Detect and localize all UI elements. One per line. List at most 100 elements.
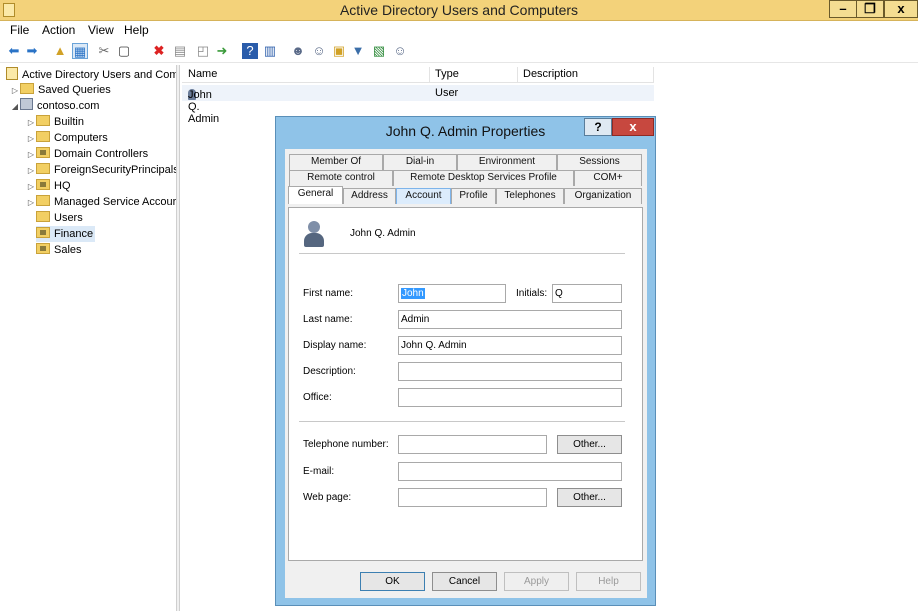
cancel-button[interactable]: Cancel [432,572,497,591]
email-field[interactable] [398,462,622,481]
initials-field[interactable]: Q [552,284,622,303]
new-ou-icon[interactable]: ▣ [331,43,347,59]
help-icon[interactable]: ? [242,43,258,59]
forward-icon[interactable]: ➡ [24,43,40,59]
column-divider[interactable] [653,67,654,83]
web-page-other-button[interactable]: Other... [557,488,622,507]
column-type[interactable]: Type [435,68,459,80]
expand-icon[interactable]: ▷ [26,179,36,195]
column-description[interactable]: Description [523,68,578,80]
tab-member-of[interactable]: Member Of [289,154,383,170]
new-group-icon[interactable]: ☺ [311,43,327,59]
export-icon[interactable]: ➜ [214,43,230,59]
tree-item-managed-service-accounts[interactable]: ▷ Managed Service Accour [26,194,176,210]
add-to-group-icon[interactable]: ☺ [392,43,408,59]
tab-dial-in[interactable]: Dial-in [383,154,457,170]
tree-item-builtin[interactable]: ▷ Builtin [26,114,84,130]
find-icon[interactable]: ▧ [371,43,387,59]
expand-icon[interactable]: ▷ [26,115,36,131]
user-icon [303,221,325,247]
ok-button[interactable]: OK [360,572,425,591]
properties-dialog: John Q. Admin Properties ? x Member Of D… [275,116,656,606]
tab-remote-control[interactable]: Remote control [289,170,393,186]
cut-icon[interactable]: ✂ [96,43,112,59]
menu-file[interactable]: File [10,23,29,37]
filter-icon[interactable]: ▼ [350,43,366,59]
tab-environment[interactable]: Environment [457,154,557,170]
tree-item-domain[interactable]: ◢ contoso.com [10,98,99,114]
restore-button[interactable]: ❐ [856,0,884,18]
menu-view[interactable]: View [88,23,114,37]
initials-label: Initials: [516,288,548,299]
minimize-button[interactable]: – [829,0,857,18]
web-page-label: Web page: [303,492,352,503]
telephone-label: Telephone number: [303,439,389,450]
pane-splitter[interactable] [177,65,180,611]
tab-telephones[interactable]: Telephones [496,188,564,204]
tree-item-finance[interactable]: Finance [36,226,96,242]
column-divider[interactable] [429,67,430,83]
tab-address[interactable]: Address [343,188,396,204]
apply-button[interactable]: Apply [504,572,569,591]
show-tree-icon[interactable]: ▦ [72,43,88,59]
menu-bar: File Action View Help [0,21,918,39]
tab-com-plus[interactable]: COM+ [574,170,642,186]
tree-item-users[interactable]: Users [36,210,83,226]
tree-item-saved-queries[interactable]: ▷ Saved Queries [10,82,111,98]
list-header: Name Type Description [182,67,654,83]
list-item-name: John Q. Admin [188,89,220,125]
office-field[interactable] [398,388,622,407]
telephone-other-button[interactable]: Other... [557,435,622,454]
tree-item-hq[interactable]: ▷ HQ [26,178,71,194]
dialog-body: Member Of Dial-in Environment Sessions R… [285,149,647,598]
column-name[interactable]: Name [188,68,217,80]
tree-root[interactable]: Active Directory Users and Com [6,67,176,83]
new-user-icon[interactable]: ☻ [290,43,306,59]
help-button[interactable]: Help [576,572,641,591]
properties-icon[interactable]: ▤ [172,43,188,59]
expand-icon[interactable]: ▷ [10,83,20,99]
web-page-field[interactable] [398,488,547,507]
expand-icon[interactable]: ▷ [26,163,36,179]
tree-item-computers[interactable]: ▷ Computers [26,130,108,146]
tree-item-domain-controllers[interactable]: ▷ Domain Controllers [26,146,148,162]
tab-general[interactable]: General [288,186,343,204]
display-name-field[interactable]: John Q. Admin [398,336,622,355]
copy-icon[interactable]: ▢ [116,43,132,59]
expand-icon[interactable]: ▷ [26,195,36,211]
expand-icon[interactable]: ▷ [26,131,36,147]
email-label: E-mail: [303,466,335,477]
tab-account[interactable]: Account [396,188,451,204]
last-name-field[interactable]: Admin [398,310,622,329]
dialog-close-button[interactable]: x [612,118,654,136]
divider [299,253,625,254]
last-name-label: Last name: [303,314,353,325]
console-tree: Active Directory Users and Com ▷ Saved Qu… [0,65,177,611]
description-label: Description: [303,366,356,377]
general-tab-panel: John Q. Admin First name: John Initials:… [288,207,643,561]
tab-sessions[interactable]: Sessions [557,154,642,170]
collapse-icon[interactable]: ◢ [10,99,20,115]
expand-icon[interactable]: ▷ [26,147,36,163]
description-field[interactable] [398,362,622,381]
tree-item-foreign-security-principals[interactable]: ▷ ForeignSecurityPrincipals [26,162,176,179]
up-folder-icon[interactable]: ▲ [52,43,68,59]
delete-icon[interactable]: ✖ [151,43,167,59]
tree-item-sales[interactable]: Sales [36,242,82,258]
menu-help[interactable]: Help [124,23,149,37]
refresh-icon[interactable]: ◰ [195,43,211,59]
tab-rds-profile[interactable]: Remote Desktop Services Profile [393,170,574,186]
column-divider[interactable] [517,67,518,83]
dialog-help-button[interactable]: ? [584,118,612,136]
list-item[interactable]: John Q. Admin User [182,85,654,125]
tab-organization[interactable]: Organization [564,188,642,204]
telephone-field[interactable] [398,435,547,454]
menu-action[interactable]: Action [42,23,75,37]
folder-icon [20,83,34,94]
details-icon[interactable]: ▥ [262,43,278,59]
back-icon[interactable]: ⬅ [6,43,22,59]
first-name-field[interactable]: John [398,284,506,303]
tab-profile[interactable]: Profile [451,188,496,204]
close-button[interactable]: x [884,0,918,18]
display-name-label: Display name: [303,340,367,351]
